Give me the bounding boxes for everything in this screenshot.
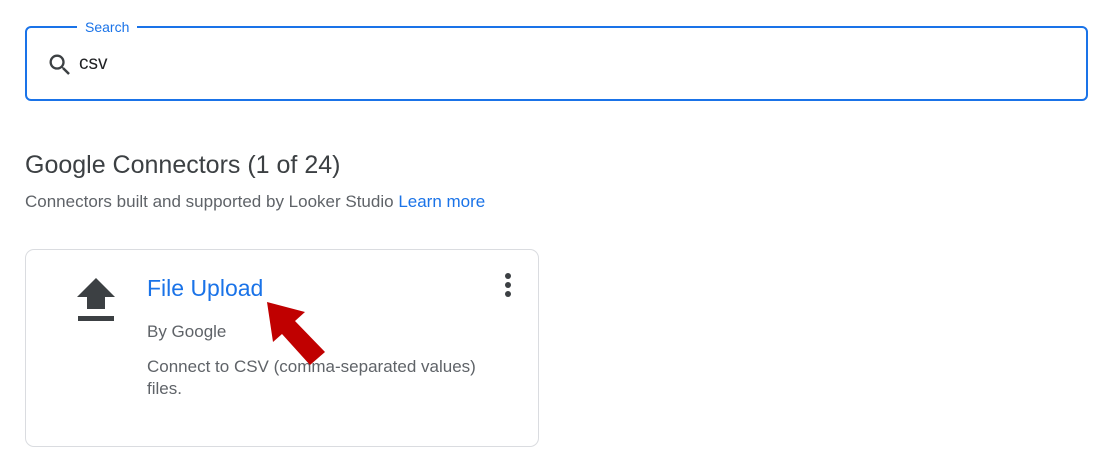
search-icon — [49, 54, 70, 75]
connector-author: By Google — [147, 322, 227, 341]
upload-icon — [77, 278, 115, 321]
connector-title[interactable]: File Upload — [147, 273, 263, 303]
more-vert-icon[interactable] — [496, 270, 520, 304]
search-input[interactable] — [79, 48, 1039, 80]
section-subtitle-text: Connectors built and supported by Looker… — [25, 192, 394, 211]
annotation-arrow-icon — [267, 302, 325, 365]
learn-more-link[interactable]: Learn more — [398, 192, 485, 211]
search-label: Search — [77, 18, 138, 36]
section-subtitle: Connectors built and supported by Looker… — [25, 191, 485, 213]
section-title: Google Connectors (1 of 24) — [25, 151, 341, 179]
search-field[interactable]: Search — [25, 18, 1088, 101]
